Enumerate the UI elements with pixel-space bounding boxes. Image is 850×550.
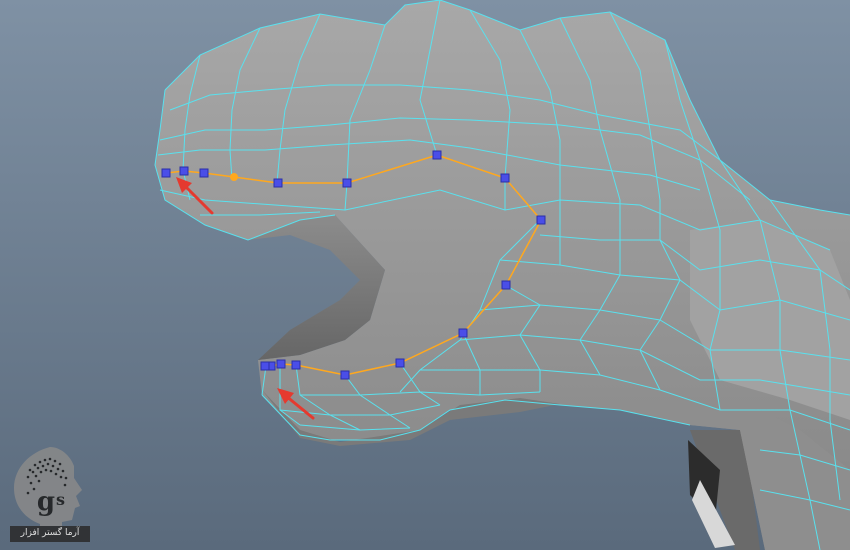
vertex[interactable] xyxy=(199,168,209,178)
vertex[interactable] xyxy=(273,178,283,188)
vertex[interactable] xyxy=(260,361,270,371)
vertex[interactable] xyxy=(161,168,171,178)
vertex[interactable] xyxy=(458,328,468,338)
vertex[interactable] xyxy=(276,359,286,369)
vertex[interactable] xyxy=(432,150,442,160)
vertex[interactable] xyxy=(500,173,510,183)
3d-viewport[interactable]: g s آرما گستر افزار xyxy=(0,0,850,550)
scene-canvas[interactable]: g s xyxy=(0,0,850,550)
vertex[interactable] xyxy=(340,370,350,380)
vertex[interactable] xyxy=(291,360,301,370)
svg-text:s: s xyxy=(56,490,65,509)
svg-text:g: g xyxy=(37,487,55,517)
vertex[interactable] xyxy=(536,215,546,225)
vertex[interactable] xyxy=(342,178,352,188)
vertex[interactable] xyxy=(179,166,189,176)
vertex[interactable] xyxy=(395,358,405,368)
highlight-vertex[interactable] xyxy=(230,173,238,181)
vertex[interactable] xyxy=(501,280,511,290)
watermark-caption: آرما گستر افزار xyxy=(20,528,80,538)
